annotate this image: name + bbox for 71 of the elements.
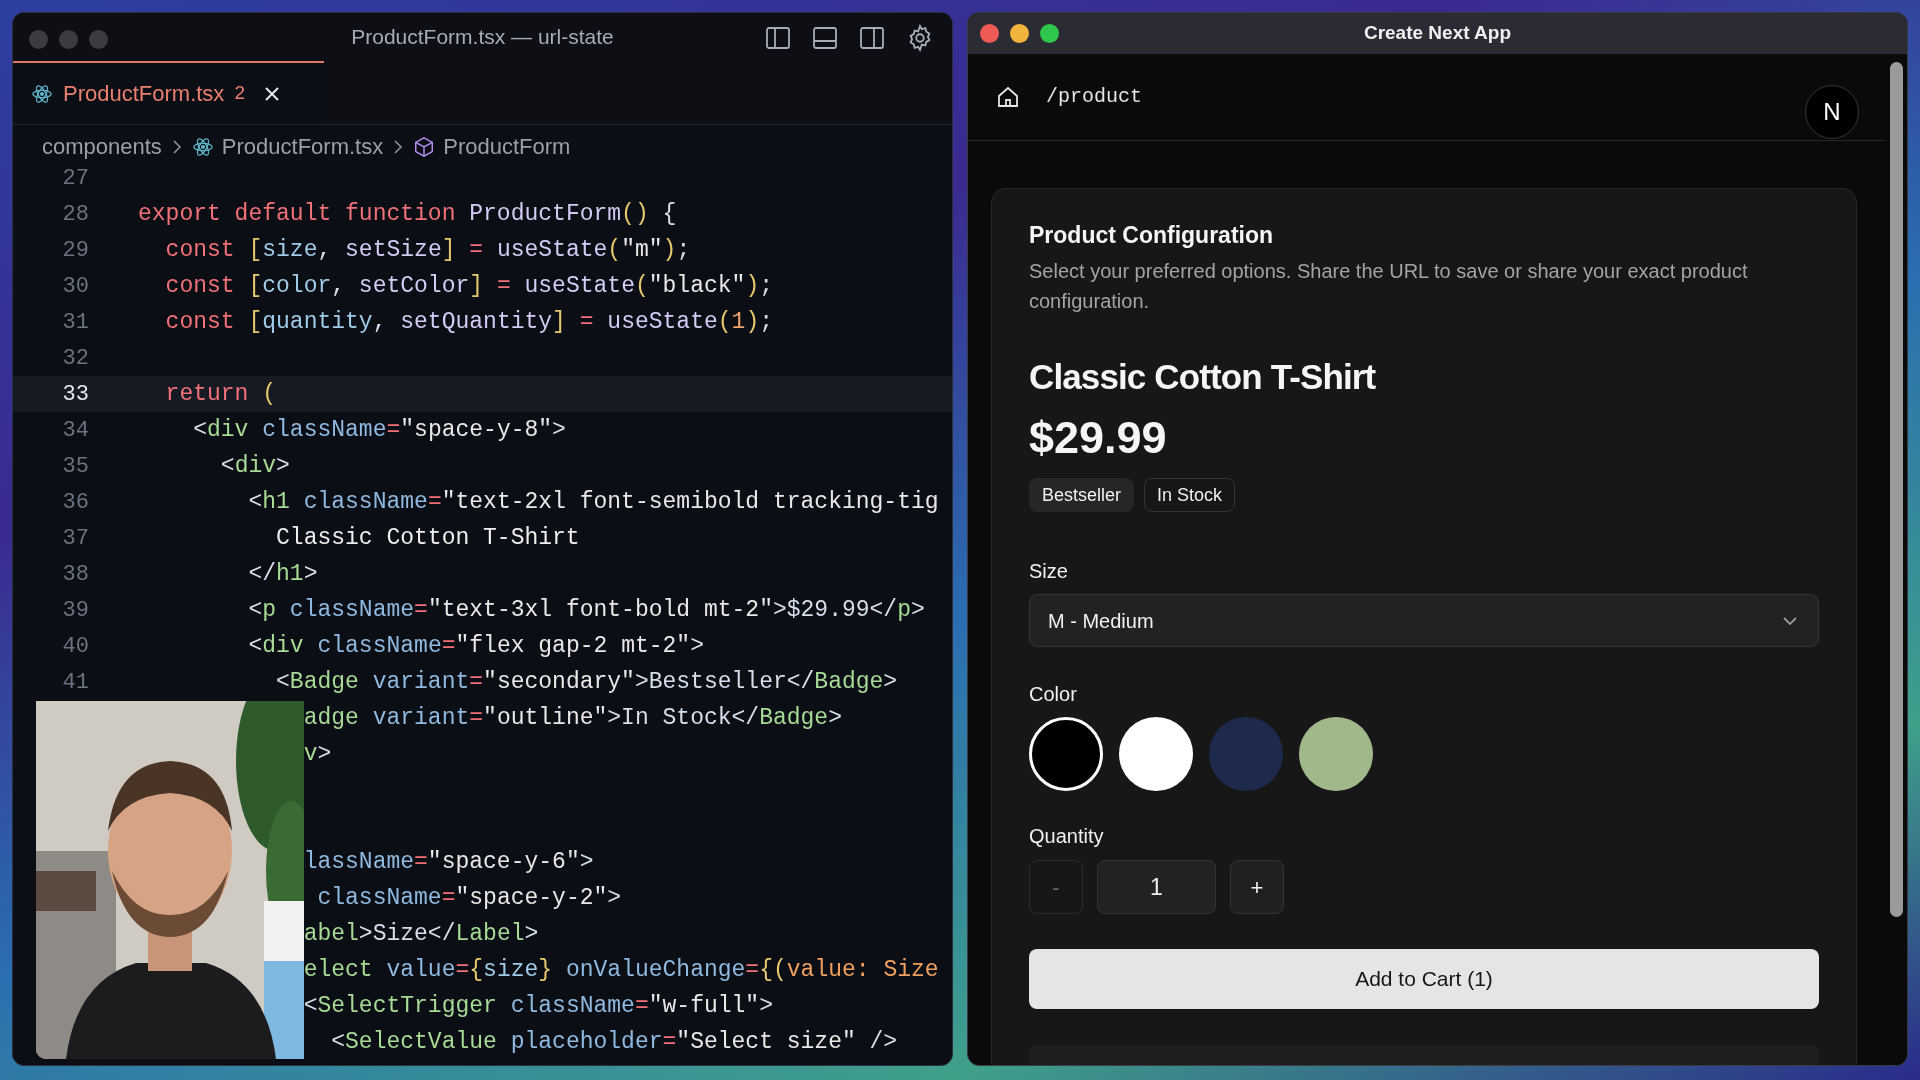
increment-button[interactable]: + xyxy=(1230,860,1284,914)
problem-count: 2 xyxy=(234,81,245,106)
home-icon[interactable] xyxy=(996,85,1020,109)
chevron-down-icon xyxy=(1782,615,1798,626)
line-number: 30 xyxy=(62,273,89,299)
react-icon xyxy=(31,82,53,105)
code-line: <SelectValue placeholder="Select size" /> xyxy=(330,1028,898,1057)
close-icon[interactable] xyxy=(262,84,281,103)
code-line: <div className="flex gap-2 mt-2"> xyxy=(247,632,704,661)
code-line: const [quantity, setQuantity] = useState(1); xyxy=(164,308,773,337)
code-line: const [color, setColor] = useState("black"); xyxy=(164,272,773,301)
card-description: Select your preferred options. Share the URL to save or share your exact product configuration. xyxy=(1029,259,1749,314)
card-title: Product Configuration xyxy=(1029,221,1274,250)
product-name: Classic Cotton T-Shirt xyxy=(1029,356,1376,398)
line-number: 41 xyxy=(62,669,89,695)
line-number: 32 xyxy=(62,345,89,371)
cube-icon xyxy=(413,135,436,158)
line-number: 39 xyxy=(62,597,89,623)
code-line: <div> xyxy=(219,452,290,481)
breadcrumb-item[interactable]: ProductForm xyxy=(443,130,571,163)
code-line: abel>Size</Label> xyxy=(302,920,539,949)
url-path: /product xyxy=(1046,84,1142,110)
code-line: export default function ProductForm() { xyxy=(138,200,677,229)
window-title: Create Next App xyxy=(1363,21,1512,46)
size-select[interactable]: M - Medium xyxy=(1029,594,1819,647)
quantity-field[interactable]: 1 xyxy=(1097,860,1216,914)
code-line: className="space-y-2"> xyxy=(316,884,622,913)
close-window-button[interactable] xyxy=(980,24,999,43)
color-label: Color xyxy=(1029,682,1077,707)
line-number: 28 xyxy=(62,201,89,227)
line-number: 33 xyxy=(62,381,89,407)
minimize-window-button[interactable] xyxy=(1010,24,1029,43)
code-line: </h1> xyxy=(247,560,318,589)
code-line: v> xyxy=(302,740,332,769)
size-label: Size xyxy=(1029,559,1068,584)
badge: Bestseller xyxy=(1029,478,1135,512)
code-line: adge variant="outline">In Stock</Badge> xyxy=(302,704,842,733)
quantity-label: Quantity xyxy=(1029,824,1104,849)
code-line: <SelectTrigger className="w-full"> xyxy=(302,992,773,1021)
avatar[interactable]: N xyxy=(1805,85,1859,139)
window-title: ProductForm.tsx — url-state xyxy=(351,24,614,51)
code-line: <div className="space-y-8"> xyxy=(192,416,566,445)
line-number: 38 xyxy=(62,561,89,587)
code-line: elect value={size} onValueChange={(value: Size xyxy=(302,956,939,985)
line-number: 34 xyxy=(62,417,89,443)
tab-label: ProductForm.tsx xyxy=(63,80,225,108)
toggle-right-sidebar-icon[interactable] xyxy=(859,25,885,51)
scrollbar-thumb[interactable] xyxy=(1889,62,1903,917)
breadcrumb-item[interactable]: ProductForm.tsx xyxy=(221,130,384,163)
line-number: 29 xyxy=(62,237,89,263)
code-line: <h1 className="text-2xl font-semibold tracking-tig xyxy=(247,488,939,517)
code-line: lassName="space-y-6"> xyxy=(302,848,594,877)
line-number: 36 xyxy=(62,489,89,515)
breadcrumb-item[interactable]: components xyxy=(42,130,162,163)
badge: In Stock xyxy=(1144,478,1236,512)
line-number: 31 xyxy=(62,309,89,335)
product-price: $29.99 xyxy=(1029,412,1167,464)
code-line: <p className="text-3xl font-bold mt-2">$29.99</p> xyxy=(247,596,925,625)
line-number: 40 xyxy=(62,633,89,659)
code-line: Classic Cotton T-Shirt xyxy=(275,524,580,553)
code-line: <Badge variant="secondary">Bestseller</Badge> xyxy=(275,668,898,697)
line-number: 37 xyxy=(62,525,89,551)
toggle-left-sidebar-icon[interactable] xyxy=(765,25,791,51)
toggle-panel-icon[interactable] xyxy=(812,25,838,51)
line-number: 35 xyxy=(62,453,89,479)
line-number: 27 xyxy=(62,165,89,191)
zoom-window-button[interactable] xyxy=(1040,24,1059,43)
code-line: const [size, setSize] = useState("m"); xyxy=(164,236,691,265)
react-icon xyxy=(191,135,214,158)
add-to-cart-button[interactable]: Add to Cart (1) xyxy=(1029,949,1819,1009)
code-line: return ( xyxy=(164,380,277,409)
